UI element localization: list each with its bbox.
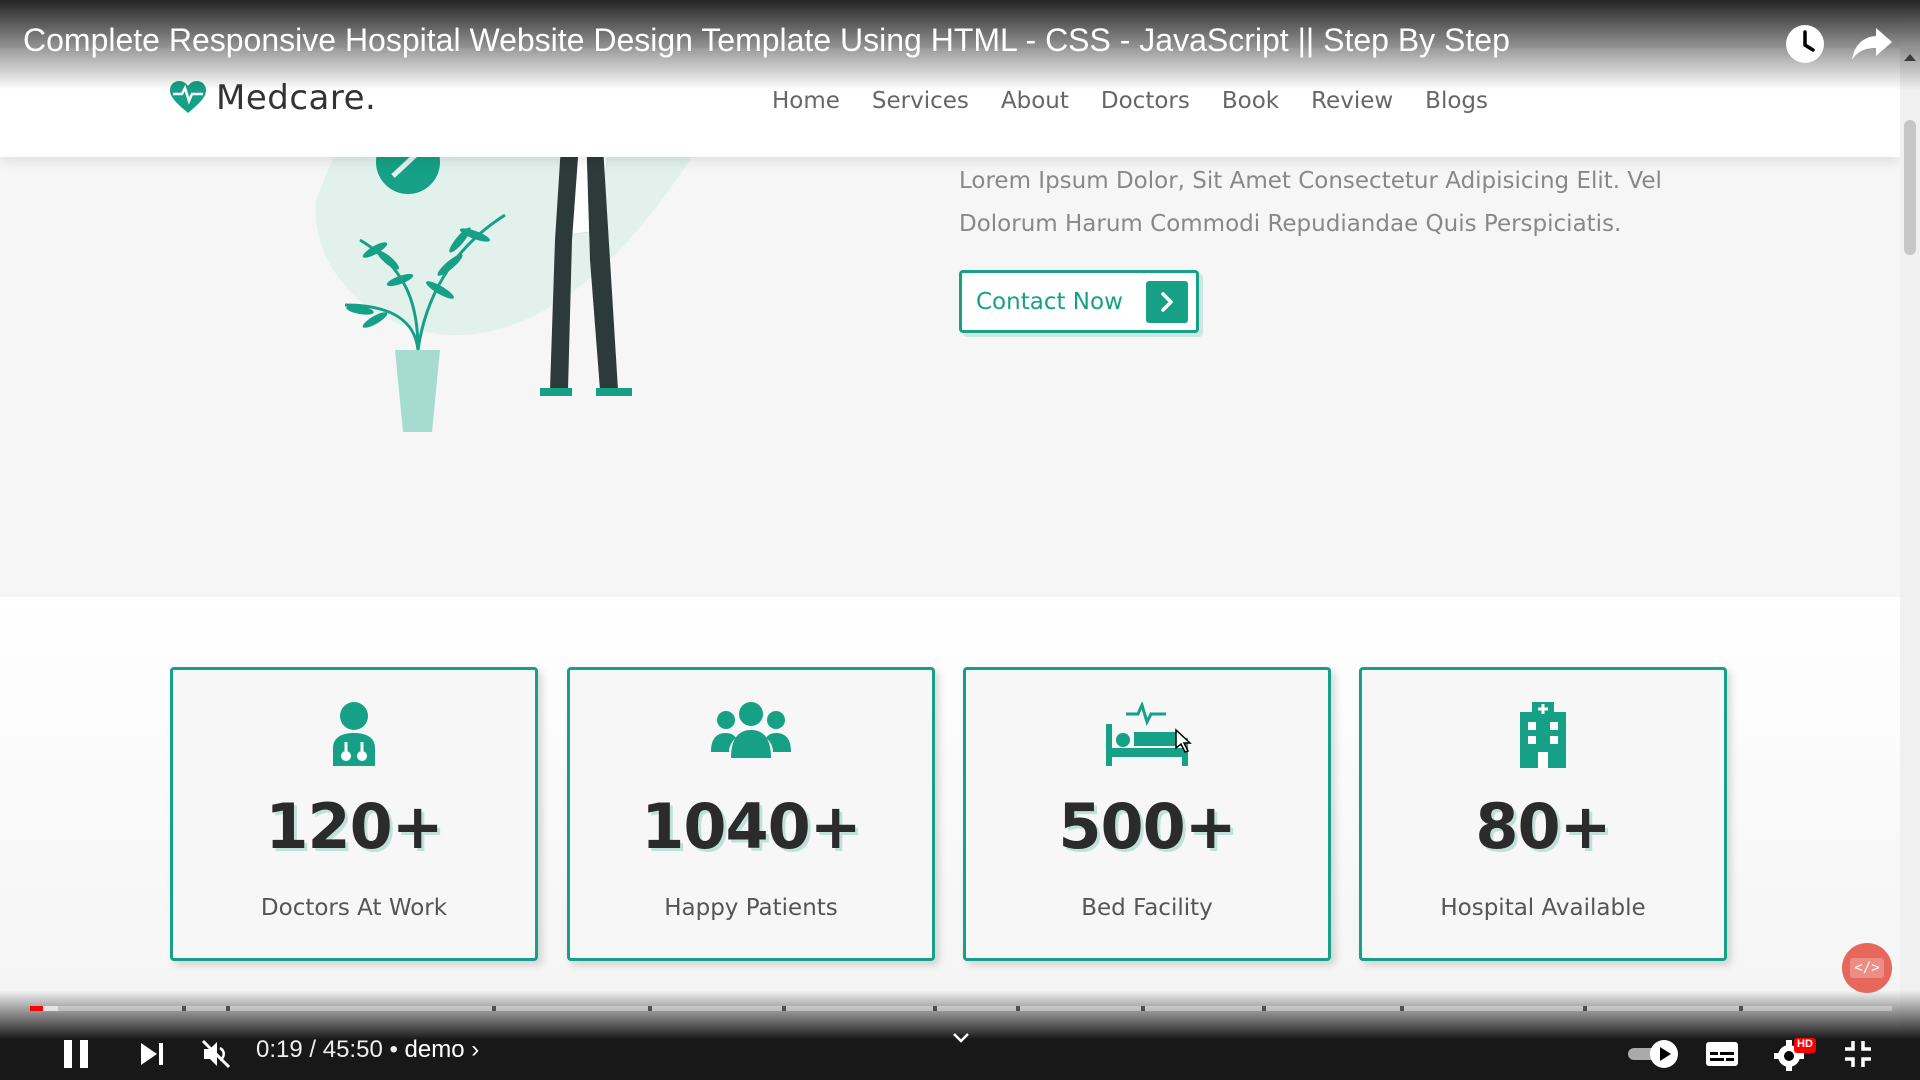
skip-next-icon (141, 1043, 163, 1065)
nav-services[interactable]: Services (872, 88, 969, 114)
chapter-marker (1583, 1006, 1587, 1011)
chapter-marker (1262, 1006, 1266, 1011)
scroll-thumb[interactable] (1904, 120, 1916, 255)
stat-label: Happy Patients (664, 895, 838, 921)
progress-bar[interactable] (30, 1006, 1892, 1011)
chapter-marker (492, 1006, 496, 1011)
chapter-marker (182, 1006, 186, 1011)
chapter-marker (933, 1006, 937, 1011)
expand-chapters-button[interactable] (946, 1026, 976, 1050)
stat-card-doctors: 120+ Doctors At Work (170, 667, 538, 961)
next-button[interactable] (132, 1034, 172, 1074)
chapter-marker (1400, 1006, 1404, 1011)
chapter-marker (1739, 1006, 1743, 1011)
hero-paragraph-line2: Dolorum Harum Commodi Repudiandae Quis P… (959, 211, 1622, 237)
chapter-marker (648, 1006, 652, 1011)
exit-fullscreen-button[interactable] (1840, 1034, 1876, 1074)
chapter-marker (226, 1006, 230, 1011)
mouse-cursor-icon (1175, 728, 1192, 753)
contact-now-label: Contact Now (976, 288, 1123, 315)
video-controls: 0:19 / 45:50 • demo › HD (0, 990, 1920, 1080)
video-frame[interactable]: Lorem Ipsum Dolor, Sit Amet Consectetur … (0, 0, 1920, 1080)
video-top-overlay: Complete Responsive Hospital Website Des… (0, 0, 1920, 90)
pause-icon (64, 1040, 88, 1068)
stat-label: Bed Facility (1081, 895, 1213, 921)
volume-muted-icon (201, 1039, 231, 1069)
duration: 45:50 (322, 1036, 383, 1063)
users-icon (570, 702, 932, 772)
settings-button[interactable]: HD (1772, 1034, 1816, 1074)
bed-icon (966, 702, 1328, 772)
chapter-label: demo (404, 1036, 465, 1063)
watch-later-icon[interactable] (1783, 22, 1827, 66)
chevron-down-icon (953, 1033, 969, 1043)
contact-now-button[interactable]: Contact Now (959, 270, 1199, 333)
chapter-title[interactable]: demo › (405, 1036, 480, 1063)
stat-count: 500+ (1058, 790, 1236, 863)
stat-count: 1040+ (641, 790, 862, 863)
progress-played (30, 1006, 43, 1011)
stat-card-hospitals: 80+ Hospital Available (1359, 667, 1727, 961)
main-nav: Home Services About Doctors Book Review … (772, 88, 1488, 114)
pause-button[interactable] (56, 1034, 96, 1074)
nav-doctors[interactable]: Doctors (1101, 88, 1190, 114)
doctor-icon (173, 702, 535, 772)
chapter-marker (782, 1006, 786, 1011)
stat-card-patients: 1040+ Happy Patients (567, 667, 935, 961)
stat-count: 120+ (265, 790, 443, 863)
video-title[interactable]: Complete Responsive Hospital Website Des… (23, 22, 1510, 59)
mute-button[interactable] (196, 1034, 236, 1074)
nav-review[interactable]: Review (1311, 88, 1393, 114)
hero-paragraph-line1: Lorem Ipsum Dolor, Sit Amet Consectetur … (959, 168, 1662, 194)
hero-paragraph: Lorem Ipsum Dolor, Sit Amet Consectetur … (959, 160, 1719, 246)
hospital-icon (1362, 702, 1724, 772)
code-badge[interactable]: </> (1842, 943, 1892, 993)
stats-section: 120+ Doctors At Work 1040+ Happy Patient… (0, 597, 1900, 1017)
code-icon: </> (1850, 958, 1884, 978)
stat-label: Hospital Available (1440, 895, 1646, 921)
chapter-marker (1016, 1006, 1020, 1011)
autoplay-toggle[interactable] (1626, 1034, 1682, 1074)
stat-count: 80+ (1475, 790, 1611, 863)
time-display: 0:19 / 45:50 • demo › (256, 1036, 480, 1063)
nav-blogs[interactable]: Blogs (1425, 88, 1488, 114)
autoplay-icon (1628, 1040, 1678, 1068)
subtitles-button[interactable] (1704, 1034, 1740, 1074)
nav-about[interactable]: About (1001, 88, 1069, 114)
stat-card-beds: 500+ Bed Facility (963, 667, 1331, 961)
nav-home[interactable]: Home (772, 88, 840, 114)
doctor-illustration (315, 140, 705, 432)
exit-fullscreen-icon (1845, 1041, 1871, 1067)
share-icon[interactable] (1850, 22, 1894, 66)
page-scrollbar[interactable] (1900, 48, 1920, 1030)
nav-book[interactable]: Book (1222, 88, 1279, 114)
subtitles-icon (1706, 1042, 1738, 1066)
current-time: 0:19 (256, 1036, 303, 1063)
chevron-right-icon (1146, 281, 1188, 323)
hd-badge: HD (1797, 1038, 1813, 1050)
chapter-marker (1141, 1006, 1145, 1011)
stat-label: Doctors At Work (260, 895, 448, 921)
